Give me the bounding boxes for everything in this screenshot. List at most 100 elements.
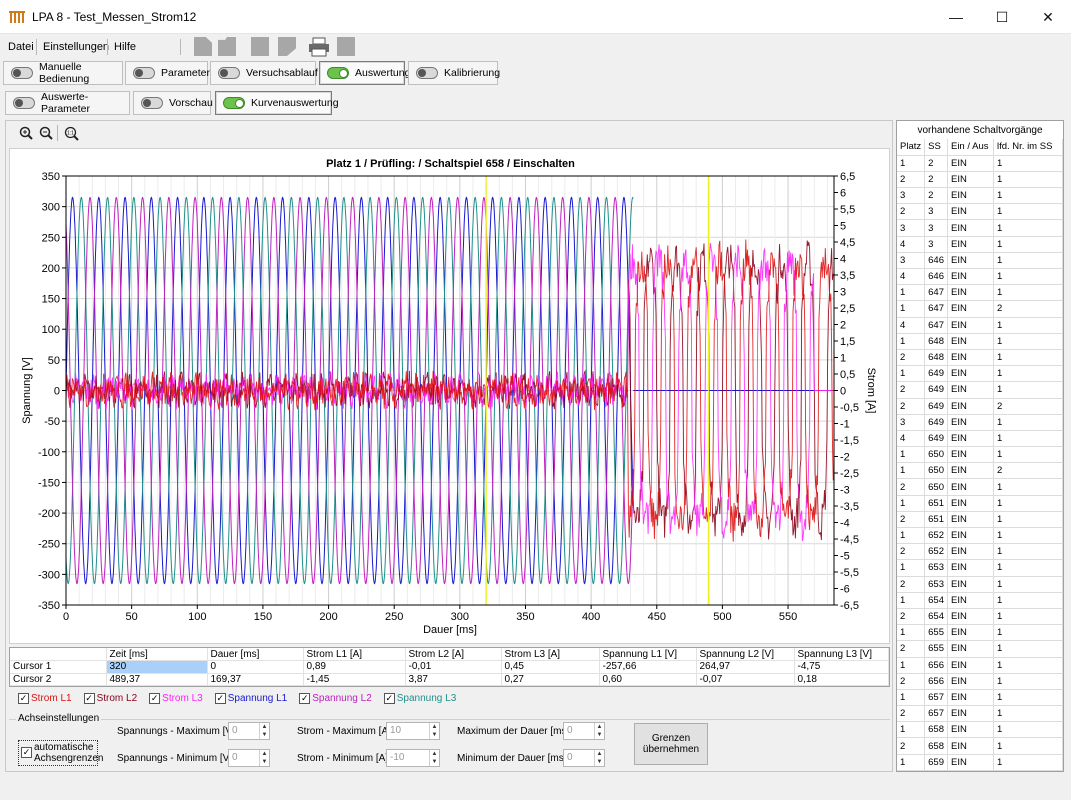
list-cell[interactable]: 658 [924, 737, 948, 755]
list-cell[interactable]: 2 [897, 608, 926, 626]
list-cell[interactable]: EIN [947, 657, 994, 674]
list-cell[interactable]: 1 [993, 252, 1063, 270]
list-cell[interactable]: 2 [924, 171, 948, 189]
dauer-min-input[interactable]: 0 ▲ ▼ [563, 749, 605, 767]
list-item[interactable]: 1 647 EIN 2 [897, 300, 1063, 318]
zoom-out-icon[interactable] [37, 124, 55, 142]
tab-manuelle-bedienung[interactable]: Manuelle Bedienung [3, 61, 123, 85]
list-cell[interactable]: 1 [993, 284, 1063, 302]
table-cell[interactable]: -0,01 [405, 660, 502, 674]
list-item[interactable]: 1 649 EIN 1 [897, 365, 1063, 383]
list-cell[interactable]: 1 [993, 446, 1063, 464]
list-cell[interactable]: EIN [947, 171, 994, 189]
dauer-max-input[interactable]: 0 ▲ ▼ [563, 722, 605, 740]
save-icon[interactable] [251, 37, 269, 56]
table-cell[interactable]: 0,60 [599, 673, 697, 686]
list-cell[interactable]: EIN [947, 300, 994, 318]
tab-parameter[interactable]: Parameter [125, 61, 210, 85]
list-cell[interactable]: EIN [947, 333, 994, 350]
auto-axis-checkbox[interactable]: ✓ automatische Achsengrenzen [18, 740, 104, 766]
list-cell[interactable]: 648 [924, 349, 948, 367]
table-cell[interactable]: 3,87 [405, 673, 502, 686]
legend-spannung-l2[interactable]: ✓ Spannung L2 [299, 690, 372, 706]
cursor-table[interactable]: Zeit [ms] Dauer [ms] Strom L1 [A] Strom … [9, 647, 890, 687]
list-cell[interactable]: 3 [897, 187, 926, 205]
list-item[interactable]: 2 657 EIN 1 [897, 705, 1063, 723]
list-cell[interactable]: 649 [924, 381, 948, 399]
checkbox-icon[interactable]: ✓ [149, 692, 161, 704]
apply-limits-button[interactable]: Grenzen übernehmen [634, 723, 708, 765]
list-cell[interactable]: 1 [897, 592, 926, 609]
list-cell[interactable]: 1 [897, 300, 926, 318]
list-cell[interactable]: EIN [947, 268, 994, 286]
list-cell[interactable]: EIN [947, 414, 994, 431]
list-cell[interactable]: EIN [947, 592, 994, 609]
list-cell[interactable]: 646 [924, 252, 948, 270]
list-cell[interactable]: 1 [897, 527, 926, 545]
checkbox-icon[interactable]: ✓ [299, 692, 311, 704]
tab-vorschau[interactable]: Vorschau [133, 91, 213, 115]
list-item[interactable]: 1 652 EIN 1 [897, 527, 1063, 545]
list-item[interactable]: 2 648 EIN 1 [897, 349, 1063, 367]
list-cell[interactable]: EIN [947, 543, 994, 561]
table-cell[interactable]: 0,27 [501, 673, 600, 686]
list-cell[interactable]: 1 [993, 511, 1063, 529]
list-cell[interactable]: 1 [993, 608, 1063, 626]
list-cell[interactable]: 646 [924, 268, 948, 286]
list-cell[interactable]: 1 [897, 462, 926, 480]
chart-area[interactable]: Platz 1 / Prüfling: / Schaltspiel 658 / … [9, 148, 890, 644]
list-cell[interactable]: 1 [993, 721, 1063, 739]
checkbox-icon[interactable]: ✓ [18, 692, 29, 704]
spinner-arrows-icon[interactable]: ▲ ▼ [594, 723, 604, 739]
list-cell[interactable]: EIN [947, 236, 994, 253]
list-item[interactable]: 4 649 EIN 1 [897, 430, 1063, 448]
list-cell[interactable]: 1 [993, 478, 1063, 496]
list-cell[interactable]: 1 [993, 430, 1063, 448]
list-cell[interactable]: EIN [947, 252, 994, 270]
list-cell[interactable]: 656 [924, 673, 948, 690]
list-item[interactable]: 3 2 EIN 1 [897, 187, 1063, 205]
list-cell[interactable]: 1 [993, 171, 1063, 189]
list-cell[interactable]: 1 [993, 349, 1063, 367]
list-item[interactable]: 1 656 EIN 1 [897, 657, 1063, 674]
list-cell[interactable]: 2 [897, 673, 926, 690]
stop-icon[interactable] [337, 37, 355, 56]
list-cell[interactable]: 1 [993, 657, 1063, 674]
table-cell[interactable]: 0,89 [303, 660, 406, 674]
list-cell[interactable]: 1 [897, 155, 926, 172]
checkbox-icon[interactable]: ✓ [21, 747, 32, 758]
minimize-button[interactable]: — [933, 0, 979, 34]
list-cell[interactable]: EIN [947, 673, 994, 690]
list-cell[interactable]: EIN [947, 705, 994, 723]
list-cell[interactable]: 651 [924, 495, 948, 512]
list-item[interactable]: 3 646 EIN 1 [897, 252, 1063, 270]
list-cell[interactable]: 4 [897, 317, 926, 334]
list-cell[interactable]: 654 [924, 608, 948, 626]
list-item[interactable]: 1 650 EIN 2 [897, 462, 1063, 480]
list-cell[interactable]: 2 [897, 737, 926, 755]
list-cell[interactable]: 1 [993, 705, 1063, 723]
list-item[interactable]: 2 653 EIN 1 [897, 576, 1063, 593]
list-cell[interactable]: 655 [924, 624, 948, 642]
checkbox-icon[interactable]: ✓ [83, 692, 95, 704]
checkbox-icon[interactable]: ✓ [383, 692, 395, 704]
tab-kurvenauswertung[interactable]: Kurvenauswertung [215, 91, 339, 115]
list-item[interactable]: 2 658 EIN 1 [897, 737, 1063, 755]
list-item[interactable]: 1 658 EIN 1 [897, 721, 1063, 739]
list-item[interactable]: 2 3 EIN 1 [897, 203, 1063, 221]
list-item[interactable]: 2 649 EIN 2 [897, 398, 1063, 415]
list-item[interactable]: 3 649 EIN 1 [897, 414, 1063, 431]
list-cell[interactable]: EIN [947, 608, 994, 626]
list-cell[interactable]: 1 [993, 495, 1063, 512]
list-item[interactable]: 2 655 EIN 1 [897, 640, 1063, 658]
list-cell[interactable]: 659 [924, 754, 948, 771]
list-cell[interactable]: 1 [897, 559, 926, 577]
list-cell[interactable]: 4 [897, 268, 926, 286]
list-cell[interactable]: 1 [897, 446, 926, 464]
list-cell[interactable]: EIN [947, 219, 994, 237]
list-cell[interactable]: 1 [993, 559, 1063, 577]
list-cell[interactable]: 1 [993, 219, 1063, 237]
list-item[interactable]: 2 654 EIN 1 [897, 608, 1063, 626]
list-cell[interactable]: 651 [924, 511, 948, 529]
tab-auswertung[interactable]: Auswertung [319, 61, 410, 85]
